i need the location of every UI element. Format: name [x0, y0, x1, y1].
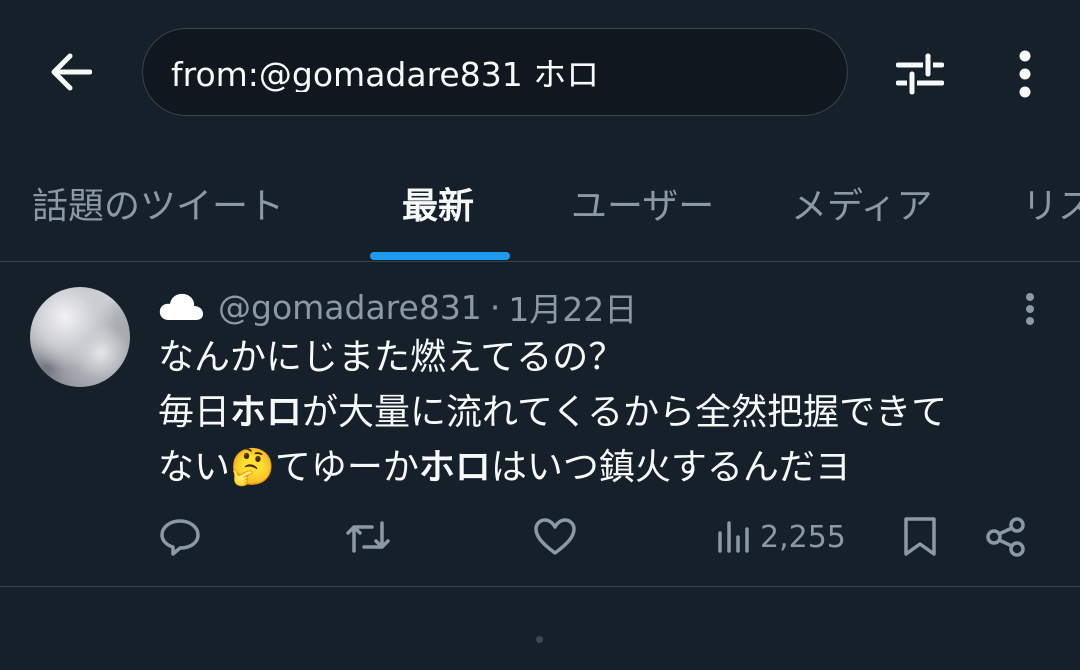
cloud-icon: [158, 292, 204, 322]
bar-chart-icon: [718, 521, 749, 553]
arrow-left-icon: [51, 53, 92, 91]
tweet-header: @gomadare831 · 1月22日: [158, 284, 637, 330]
tweet-line: なんかにじまた燃えてるの？: [158, 337, 625, 378]
avatar[interactable]: [30, 287, 130, 387]
tweet-more-button[interactable]: [1008, 284, 1052, 334]
sliders-icon: [896, 53, 944, 95]
active-tab-indicator: [370, 252, 510, 260]
tweet-line: ない🤔てゆーかホロはいつ鎮火するんだヨ: [158, 447, 851, 488]
filter-button[interactable]: [890, 44, 950, 104]
tweet-actions: 2,255: [0, 507, 1080, 567]
retweet-arrows-icon: [346, 521, 390, 553]
bookmark-icon: [904, 517, 936, 556]
tab-latest[interactable]: 最新: [402, 145, 474, 261]
views-count: 2,255: [760, 519, 846, 555]
vertical-ellipsis-icon: [1019, 50, 1031, 98]
tweet-text: なんかにじまた燃えてるの？ 毎日ホロが大量に流れてくるから全然把握できて ない🤔…: [158, 330, 1058, 495]
tweet-line: 毎日ホロが大量に流れてくるから全然把握できて: [158, 392, 948, 433]
tab-top[interactable]: 話題のツイート: [32, 145, 284, 261]
tweet-separator: ·: [489, 287, 501, 327]
tweet-handle[interactable]: @gomadare831: [218, 288, 482, 327]
highlighted-keyword: ホロ: [230, 392, 303, 433]
tab-people[interactable]: ユーザー: [571, 145, 714, 261]
heart-icon: [534, 518, 576, 555]
search-input[interactable]: [171, 52, 811, 92]
highlighted-keyword: ホロ: [418, 447, 491, 488]
like-button[interactable]: [533, 507, 577, 567]
tab-lists[interactable]: リスト: [1022, 145, 1080, 261]
loading-indicator: [536, 636, 543, 643]
thinking-face-emoji: 🤔: [230, 447, 275, 488]
search-box[interactable]: [142, 28, 848, 116]
bookmark-button[interactable]: [902, 507, 938, 567]
vertical-ellipsis-icon: [1026, 293, 1034, 325]
tweet[interactable]: @gomadare831 · 1月22日 なんかにじまた燃えてるの？ 毎日ホロが…: [0, 262, 1080, 587]
share-button[interactable]: [985, 507, 1027, 567]
top-bar: [0, 0, 1080, 145]
speech-bubble-icon: [160, 519, 200, 556]
more-options-button[interactable]: [995, 44, 1055, 104]
back-button[interactable]: [38, 42, 102, 102]
reply-button[interactable]: [158, 507, 202, 567]
tweet-date[interactable]: 1月22日: [508, 283, 637, 331]
search-tabs: 話題のツイート 最新 ユーザー メディア リスト: [0, 145, 1080, 262]
retweet-button[interactable]: [344, 507, 392, 567]
views-button[interactable]: 2,255: [716, 507, 846, 567]
share-nodes-icon: [986, 517, 1025, 557]
tab-media[interactable]: メディア: [791, 145, 932, 261]
